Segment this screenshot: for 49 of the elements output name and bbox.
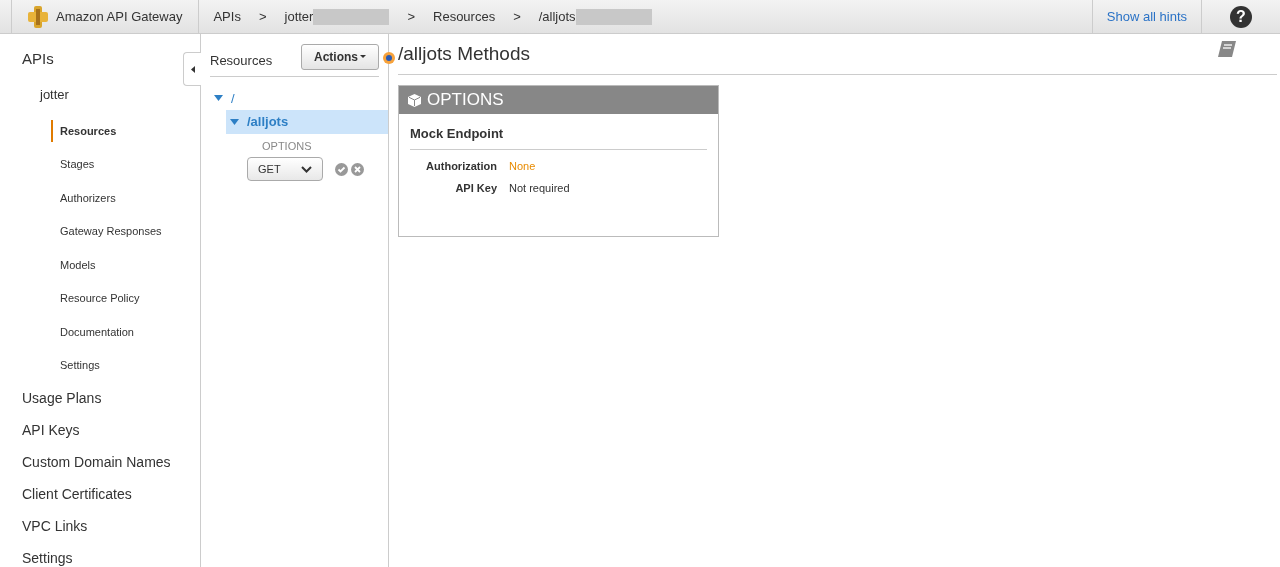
- collapse-icon[interactable]: [190, 65, 195, 73]
- sidebar-item[interactable]: Resource Policy: [51, 290, 140, 307]
- sidebar-item[interactable]: Resources: [51, 119, 117, 142]
- sidebar-item[interactable]: Gateway Responses: [51, 223, 162, 240]
- sidebar-item[interactable]: Models: [51, 256, 96, 273]
- cube-icon: [408, 93, 421, 107]
- breadcrumb-link[interactable]: Resources: [433, 6, 496, 27]
- breadcrumb-link[interactable]: /alljots: [538, 6, 576, 27]
- sidebar-link[interactable]: Custom Domain Names: [0, 446, 200, 478]
- book-icon[interactable]: [1217, 40, 1237, 58]
- actions-button[interactable]: Actions: [301, 43, 379, 70]
- integration-type: Mock Endpoint: [410, 124, 707, 150]
- sidebar-link[interactable]: API Keys: [0, 414, 200, 446]
- status-dot-icon: [383, 52, 395, 64]
- page-title: /alljots Methods: [398, 41, 530, 66]
- sidebar-item[interactable]: Stages: [51, 156, 95, 173]
- sidebar-heading[interactable]: APIs: [22, 48, 54, 71]
- chevron-down-icon: [301, 165, 312, 173]
- caret-icon: [360, 55, 366, 59]
- sidebar-link[interactable]: VPC Links: [0, 510, 200, 542]
- help-button[interactable]: ?: [1230, 5, 1252, 28]
- cancel-icon[interactable]: [351, 162, 364, 176]
- method-label[interactable]: OPTIONS: [242, 137, 388, 154]
- property-value: Not required: [509, 181, 570, 196]
- sidebar-link[interactable]: Client Certificates: [0, 478, 200, 510]
- breadcrumb-separator: >: [258, 7, 267, 26]
- resource-path[interactable]: /: [231, 88, 235, 108]
- method-header[interactable]: OPTIONS: [399, 86, 718, 114]
- property-label: Authorization: [425, 158, 497, 174]
- breadcrumb-separator: >: [407, 7, 415, 26]
- method-select[interactable]: GET: [247, 157, 323, 181]
- breadcrumb-link[interactable]: APIs: [213, 6, 241, 27]
- api-name[interactable]: jotter: [0, 84, 200, 104]
- sidebar-item[interactable]: Authorizers: [51, 189, 116, 206]
- breadcrumb-separator: >: [513, 7, 521, 26]
- sidebar-item[interactable]: Settings: [51, 357, 100, 374]
- caret-icon[interactable]: [214, 95, 223, 102]
- gateway-logo-icon: [28, 5, 48, 28]
- panel-title: Resources: [210, 52, 273, 70]
- product-name[interactable]: Amazon API Gateway: [56, 6, 183, 27]
- sidebar-link[interactable]: Usage Plans: [0, 382, 200, 414]
- show-hints-link[interactable]: Show all hints: [1091, 0, 1201, 33]
- sidebar-item[interactable]: Documentation: [51, 323, 134, 340]
- property-label: API Key: [454, 181, 497, 196]
- breadcrumb-link[interactable]: jotter: [284, 6, 314, 27]
- confirm-icon[interactable]: [335, 162, 348, 176]
- caret-icon[interactable]: [230, 118, 239, 125]
- sidebar-link[interactable]: Settings: [0, 542, 200, 567]
- tree-row[interactable]: /: [210, 86, 388, 110]
